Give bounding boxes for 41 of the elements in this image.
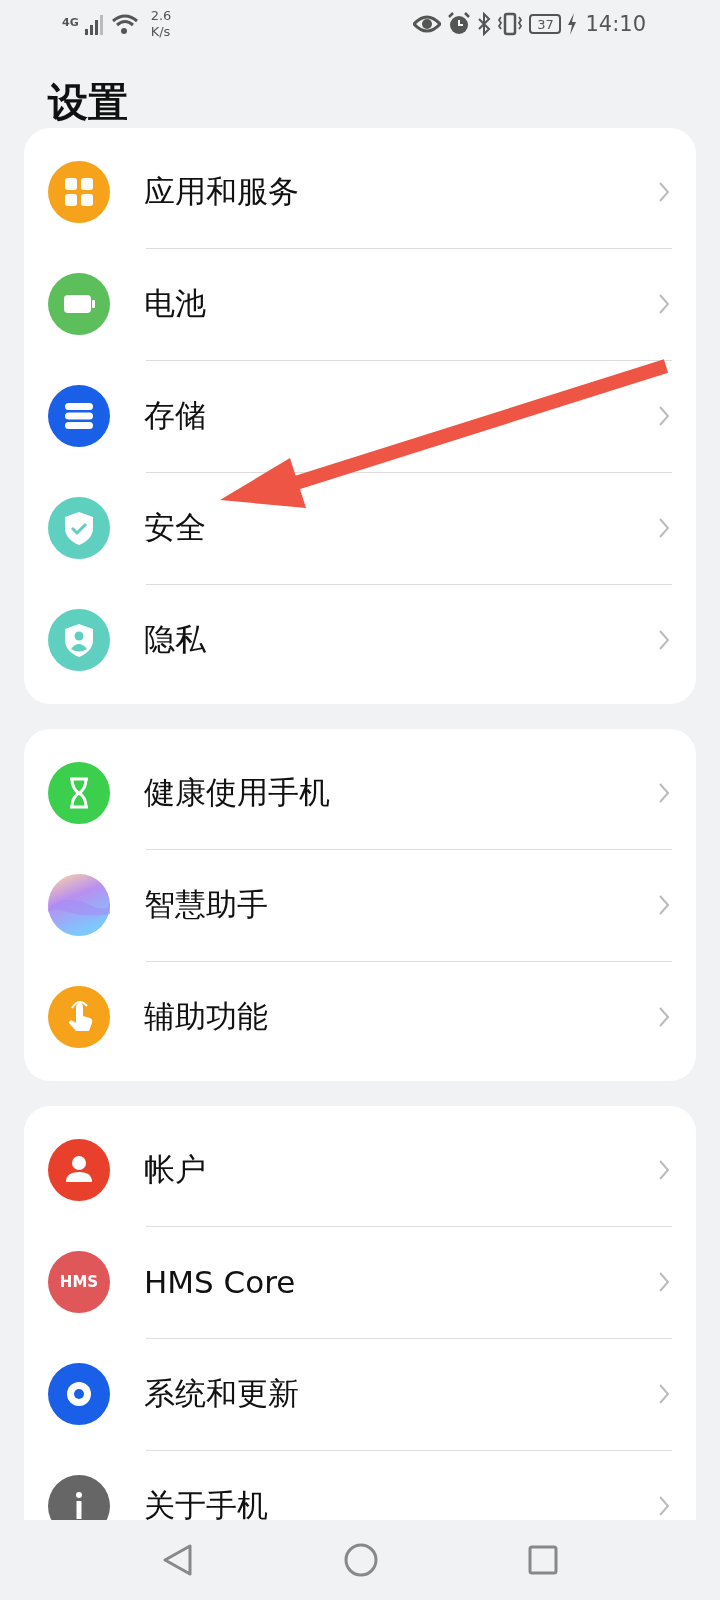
chevron-icon — [658, 1006, 670, 1028]
settings-item[interactable]: 健康使用手机 — [24, 737, 696, 849]
settings-item[interactable]: 帐户 — [24, 1114, 696, 1226]
wifi-icon — [110, 13, 139, 35]
chevron-icon — [658, 1495, 670, 1517]
back-icon[interactable] — [162, 1543, 194, 1577]
settings-item[interactable]: 关于手机 — [24, 1450, 696, 1520]
icon-label: HMS — [58, 1273, 100, 1291]
settings-item[interactable]: 应用和服务 — [24, 136, 696, 248]
home-icon[interactable] — [344, 1543, 378, 1577]
settings-item[interactable]: 存储 — [24, 360, 696, 472]
chevron-icon — [658, 1383, 670, 1405]
chevron-icon — [658, 517, 670, 539]
settings-item[interactable]: 隐私 — [24, 584, 696, 696]
bluetooth-icon — [477, 12, 492, 36]
settings-item[interactable]: HMS HMS Core — [24, 1226, 696, 1338]
chevron-icon — [658, 181, 670, 203]
chevron-icon — [658, 894, 670, 916]
settings-item[interactable]: 系统和更新 — [24, 1338, 696, 1450]
chevron-icon — [658, 782, 670, 804]
vibrate-icon — [497, 12, 524, 36]
chevron-icon — [658, 629, 670, 651]
page-title: 设置 — [46, 78, 129, 127]
clock: 14:10 — [585, 12, 646, 36]
network-type: 4G — [62, 16, 79, 29]
chevron-icon — [658, 1159, 670, 1181]
chevron-icon — [658, 1271, 670, 1293]
eye-icon — [413, 14, 442, 34]
settings-item[interactable]: 辅助功能 — [24, 961, 696, 1073]
signal-icon — [84, 13, 105, 35]
settings-item[interactable]: 智慧助手 — [24, 849, 696, 961]
chevron-icon — [658, 293, 670, 315]
speed-value: 2.6 — [150, 8, 172, 24]
settings-item[interactable]: 电池 — [24, 248, 696, 360]
chevron-icon — [658, 405, 670, 427]
battery-icon: 37 — [529, 14, 562, 34]
recents-icon[interactable] — [528, 1545, 558, 1575]
speed-unit: K/s — [150, 24, 172, 40]
settings-item[interactable]: 安全 — [24, 472, 696, 584]
charging-icon — [567, 13, 578, 35]
alarm-icon — [447, 12, 472, 36]
